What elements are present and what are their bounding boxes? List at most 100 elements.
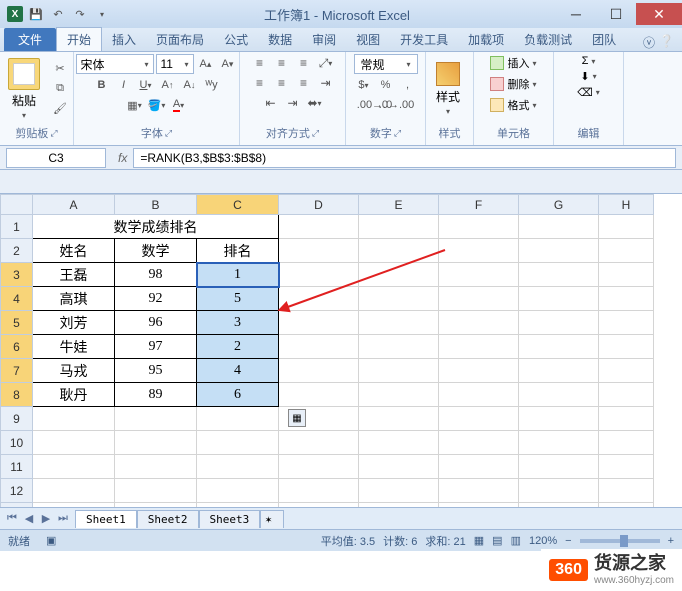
spreadsheet-grid[interactable]: A B C D E F G H 1数学成绩排名 2姓名数学排名 3王磊981 4… (0, 194, 682, 527)
excel-icon[interactable]: X (6, 5, 24, 23)
sheet-nav-prev-icon[interactable]: ◀ (21, 512, 37, 525)
cell[interactable] (599, 311, 654, 335)
row-header-7[interactable]: 7 (1, 359, 33, 383)
row-header-11[interactable]: 11 (1, 455, 33, 479)
tab-team[interactable]: 团队 (582, 28, 626, 51)
cell[interactable] (439, 383, 519, 407)
paste-button[interactable]: 粘贴 ▾ (4, 56, 44, 122)
cell[interactable] (359, 359, 439, 383)
row-header-4[interactable]: 4 (1, 287, 33, 311)
cell[interactable] (439, 455, 519, 479)
sheet-nav-next-icon[interactable]: ▶ (38, 512, 54, 525)
zoom-level[interactable]: 120% (529, 535, 557, 547)
cell[interactable] (197, 407, 279, 431)
cell[interactable] (599, 407, 654, 431)
cell[interactable] (359, 431, 439, 455)
cell[interactable] (439, 287, 519, 311)
undo-icon[interactable]: ↶ (48, 5, 68, 23)
cell[interactable] (279, 431, 359, 455)
autofill-options-icon[interactable]: ▦ (288, 409, 306, 427)
cell[interactable] (519, 407, 599, 431)
font-size-up-icon[interactable]: A↑ (158, 76, 178, 94)
tab-loadtest[interactable]: 负载测试 (514, 28, 582, 51)
cell[interactable]: 96 (115, 311, 197, 335)
col-header-A[interactable]: A (33, 195, 115, 215)
align-right-icon[interactable]: ≡ (294, 74, 314, 92)
cell[interactable] (279, 311, 359, 335)
cell[interactable]: 刘芳 (33, 311, 115, 335)
cell[interactable] (359, 455, 439, 479)
col-header-C[interactable]: C (197, 195, 279, 215)
cell[interactable] (359, 383, 439, 407)
align-middle-icon[interactable]: ≡ (272, 54, 292, 72)
cell[interactable] (519, 287, 599, 311)
row-header-6[interactable]: 6 (1, 335, 33, 359)
cell[interactable] (599, 215, 654, 239)
cell[interactable]: 牛娃 (33, 335, 115, 359)
cell[interactable]: 王磊 (33, 263, 115, 287)
cell[interactable] (599, 263, 654, 287)
cell[interactable] (279, 383, 359, 407)
align-top-icon[interactable]: ≡ (250, 54, 270, 72)
cell[interactable] (599, 479, 654, 503)
cell[interactable] (519, 383, 599, 407)
tab-insert[interactable]: 插入 (102, 28, 146, 51)
cell[interactable] (439, 215, 519, 239)
fx-icon[interactable]: fx (112, 151, 133, 165)
cell[interactable]: 6 (197, 383, 279, 407)
styles-button[interactable]: 样式 ▾ (430, 60, 466, 118)
decrease-decimal-icon[interactable]: .0→.00 (387, 96, 407, 114)
cell[interactable]: 97 (115, 335, 197, 359)
increase-indent-icon[interactable]: ⇥ (283, 94, 303, 112)
format-cells-button[interactable]: 格式▾ (486, 96, 540, 114)
cell[interactable] (439, 335, 519, 359)
cell[interactable] (279, 263, 359, 287)
cell[interactable] (359, 287, 439, 311)
cell[interactable]: 2 (197, 335, 279, 359)
cell[interactable] (115, 407, 197, 431)
tab-review[interactable]: 审阅 (302, 28, 346, 51)
cell[interactable]: 95 (115, 359, 197, 383)
cell[interactable] (279, 287, 359, 311)
cell[interactable] (439, 479, 519, 503)
tab-data[interactable]: 数据 (258, 28, 302, 51)
cell[interactable] (359, 479, 439, 503)
cell[interactable] (439, 407, 519, 431)
row-header-10[interactable]: 10 (1, 431, 33, 455)
row-header-2[interactable]: 2 (1, 239, 33, 263)
merge-icon[interactable]: ⬌▾ (305, 94, 325, 112)
cell[interactable]: 3 (197, 311, 279, 335)
increase-font-icon[interactable]: A▴ (196, 55, 216, 73)
cell[interactable] (359, 263, 439, 287)
fill-color-icon[interactable]: 🪣▾ (147, 96, 167, 114)
col-header-B[interactable]: B (115, 195, 197, 215)
help-icon[interactable]: ❔ (659, 34, 674, 51)
number-format-select[interactable]: 常规▾ (354, 54, 418, 74)
cell[interactable] (439, 263, 519, 287)
cell[interactable]: 马戎 (33, 359, 115, 383)
copy-icon[interactable]: ⧉ (50, 80, 70, 98)
cell-header[interactable]: 数学 (115, 239, 197, 263)
align-bottom-icon[interactable]: ≡ (294, 54, 314, 72)
cell[interactable] (359, 311, 439, 335)
wrap-text-icon[interactable]: ⇥ (316, 74, 336, 92)
zoom-slider[interactable] (580, 539, 660, 543)
cell[interactable] (359, 335, 439, 359)
cell-header[interactable]: 姓名 (33, 239, 115, 263)
cell[interactable] (279, 335, 359, 359)
new-sheet-button[interactable]: ✶ (260, 510, 284, 528)
comma-icon[interactable]: , (398, 76, 418, 94)
col-header-E[interactable]: E (359, 195, 439, 215)
cell[interactable] (33, 407, 115, 431)
tab-formulas[interactable]: 公式 (214, 28, 258, 51)
tab-dev[interactable]: 开发工具 (390, 28, 458, 51)
cell[interactable] (599, 383, 654, 407)
font-size-select[interactable]: 11▾ (156, 54, 194, 74)
formula-bar[interactable]: =RANK(B3,$B$3:$B$8) (133, 148, 676, 168)
cell[interactable] (197, 479, 279, 503)
row-header-8[interactable]: 8 (1, 383, 33, 407)
cell[interactable] (33, 479, 115, 503)
cell[interactable] (599, 239, 654, 263)
row-header-1[interactable]: 1 (1, 215, 33, 239)
zoom-out-icon[interactable]: − (565, 535, 571, 547)
